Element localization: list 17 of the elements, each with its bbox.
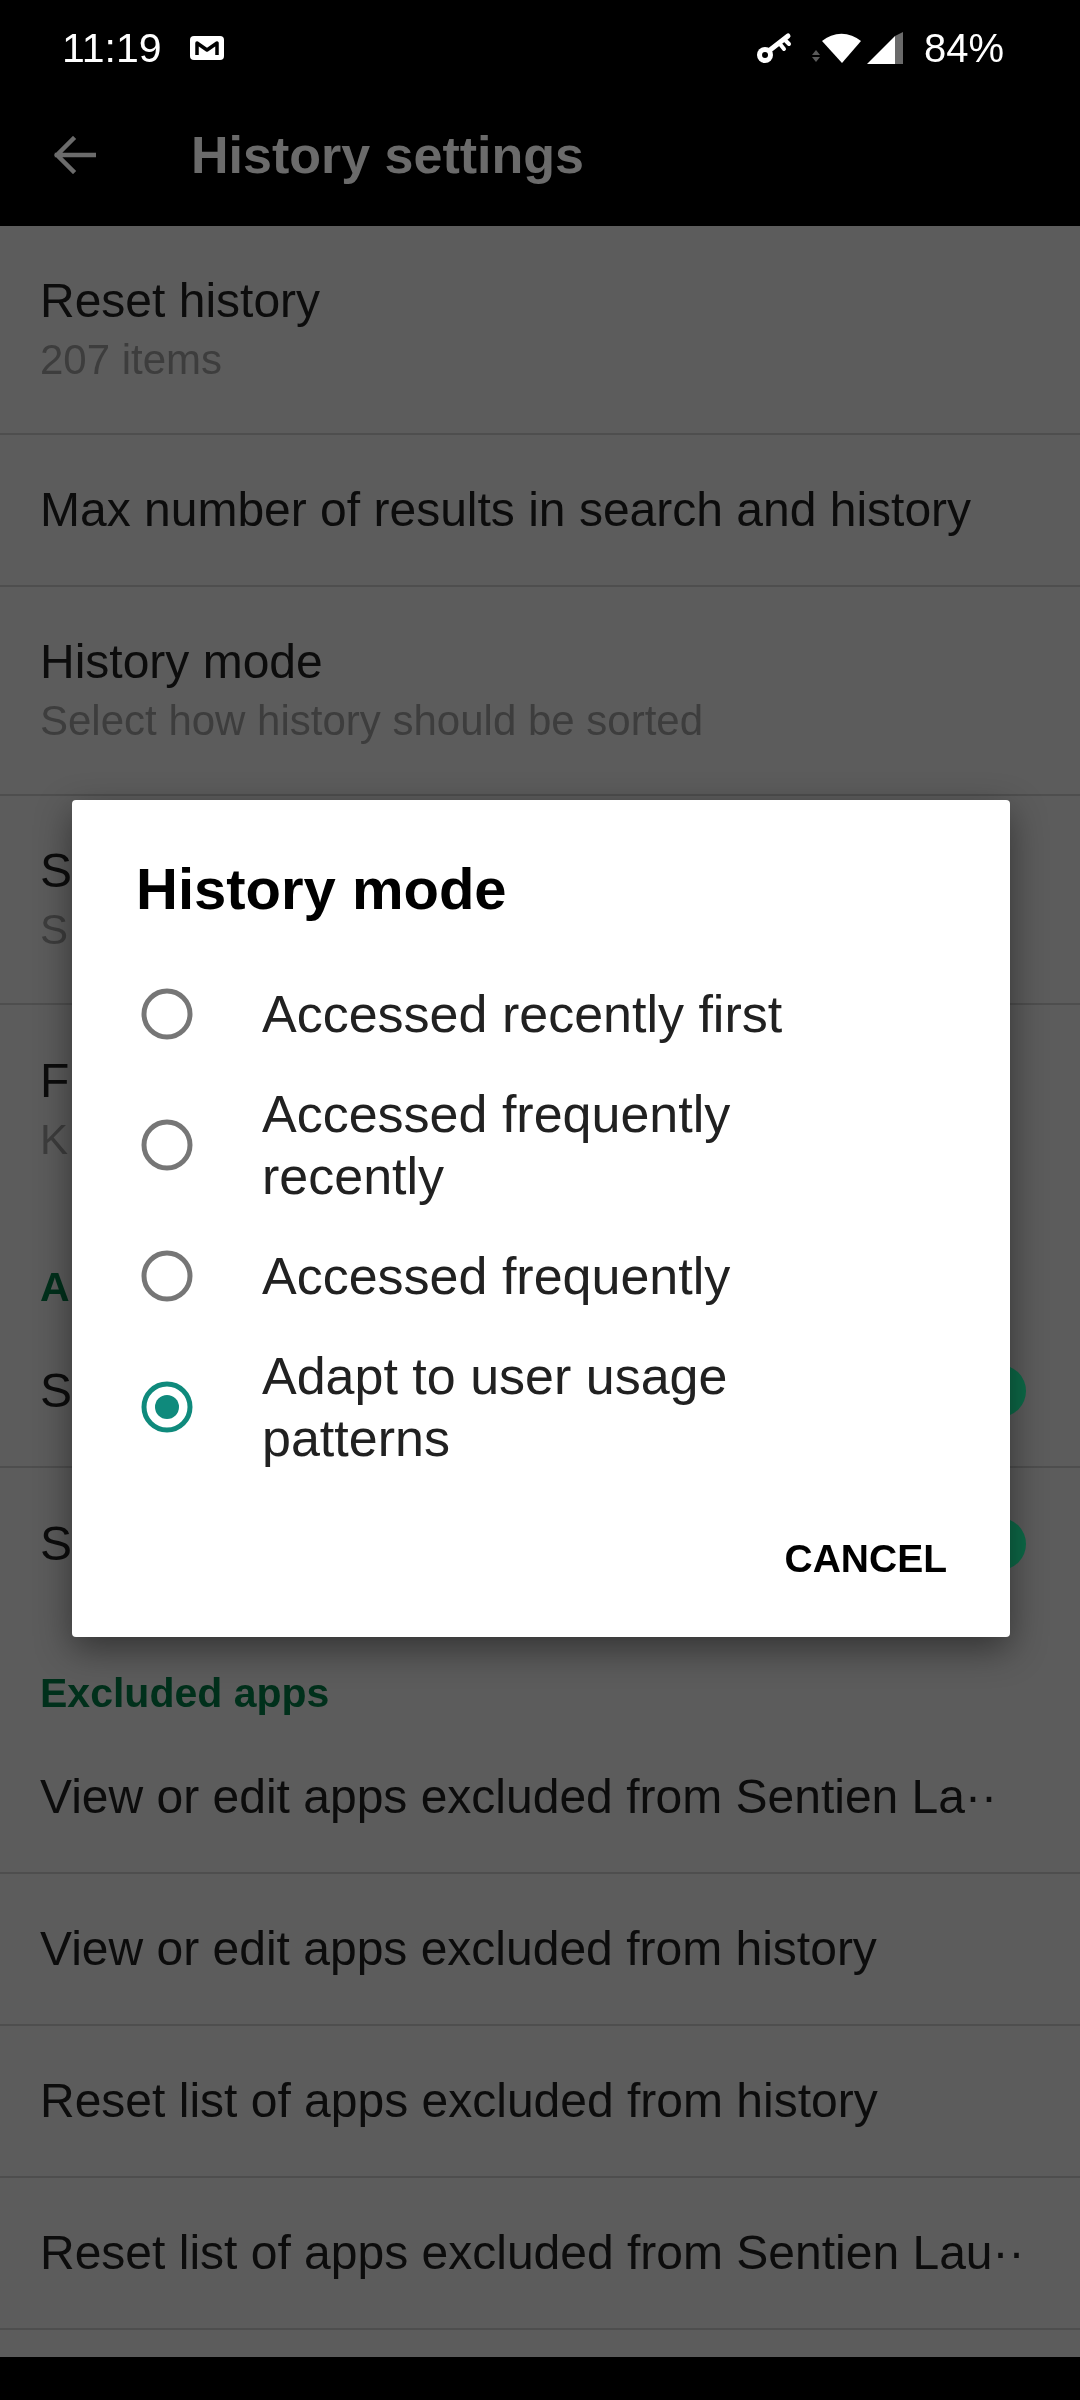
status-time: 11:19: [62, 24, 162, 72]
item-title: History mode: [40, 634, 323, 690]
item-title: Reset list of apps excluded from history: [40, 2073, 878, 2129]
item-title: S: [40, 843, 72, 899]
item-title: Max number of results in search and history: [40, 482, 972, 538]
battery-percent: 84%: [923, 25, 1004, 71]
item-title: Reset history: [40, 273, 321, 329]
item-title: View or edit apps excluded from Sentien La··: [40, 1769, 997, 1825]
item-title: F: [40, 1053, 70, 1109]
category-header: Excluded apps: [40, 1670, 330, 1716]
item-title: S: [40, 1516, 72, 1572]
screen-title: History settings: [191, 125, 584, 185]
dialog-title: History mode: [136, 855, 508, 923]
category-header: A: [40, 1264, 70, 1310]
item-title: Reset list of apps excluded from Sentien Lau··: [40, 2225, 1025, 2281]
item-title: S: [40, 1363, 72, 1419]
item-title: View or edit apps excluded from history: [40, 1921, 877, 1977]
